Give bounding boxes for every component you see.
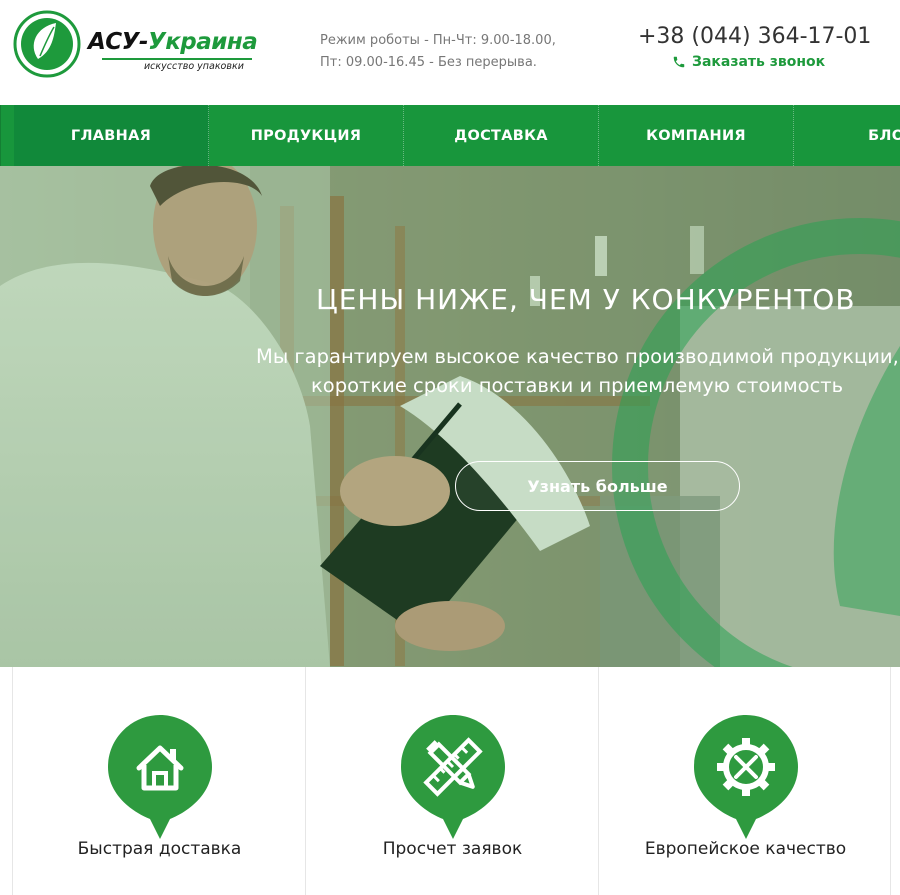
logo[interactable]: АСУ-Украина искусство упаковки [12,9,262,79]
feature-label: Просчет заявок [382,839,523,859]
hero-background-image [0,166,900,667]
phone-number[interactable]: +38 (044) 364-17-01 [638,24,871,49]
nav-item-home[interactable]: ГЛАВНАЯ [1,105,209,166]
phone-icon [673,56,685,68]
feature-label: Европейское качество [644,839,847,859]
features-row: Быстрая доставка Просчет заявок Европейс… [12,667,892,895]
feature-european-quality[interactable]: Европейское качество [598,667,891,895]
logo-title: АСУ-Украина [88,29,258,55]
nav-item-company[interactable]: КОМПАНИЯ [599,105,794,166]
gear-wrench-icon [694,715,798,839]
nav-item-products[interactable]: ПРОДУКЦИЯ [209,105,404,166]
logo-tagline: искусство упаковки [144,61,244,72]
hero-banner: ЦЕНЫ НИЖЕ, ЧЕМ У КОНКУРЕНТОВ Мы гарантир… [0,166,900,667]
hero-subtitle: Мы гарантируем высокое качество производ… [256,342,900,400]
hero-title: ЦЕНЫ НИЖЕ, ЧЕМ У КОНКУРЕНТОВ [316,283,856,316]
pencil-ruler-icon [401,715,505,839]
hero-subtitle-line-1: Мы гарантируем высокое качество производ… [256,345,899,368]
hours-line-1: Режим роботы - Пн-Чт: 9.00-18.00, [320,33,556,48]
site-header: АСУ-Украина искусство упаковки Режим роб… [0,0,900,105]
leaf-logo-icon [13,10,81,78]
logo-underline [102,58,252,60]
nav-item-blog[interactable]: БЛОГ [794,105,900,166]
feature-label: Быстрая доставка [77,839,242,859]
hero-subtitle-line-2: короткие сроки поставки и приемлемую сто… [311,374,844,397]
main-nav: ГЛАВНАЯ ПРОДУКЦИЯ ДОСТАВКА КОМПАНИЯ БЛОГ [0,105,900,166]
order-call-link[interactable]: Заказать звонок [672,54,825,70]
feature-request-calculation[interactable]: Просчет заявок [305,667,598,895]
house-icon [108,715,212,839]
order-call-label: Заказать звонок [692,54,826,70]
learn-more-button[interactable]: Узнать больше [455,461,740,511]
nav-item-delivery[interactable]: ДОСТАВКА [404,105,599,166]
working-hours: Режим роботы - Пн-Чт: 9.00-18.00, Пт: 09… [320,30,556,74]
feature-fast-delivery[interactable]: Быстрая доставка [12,667,305,895]
hours-line-2: Пт: 09.00-16.45 - Без перерыва. [320,55,537,70]
